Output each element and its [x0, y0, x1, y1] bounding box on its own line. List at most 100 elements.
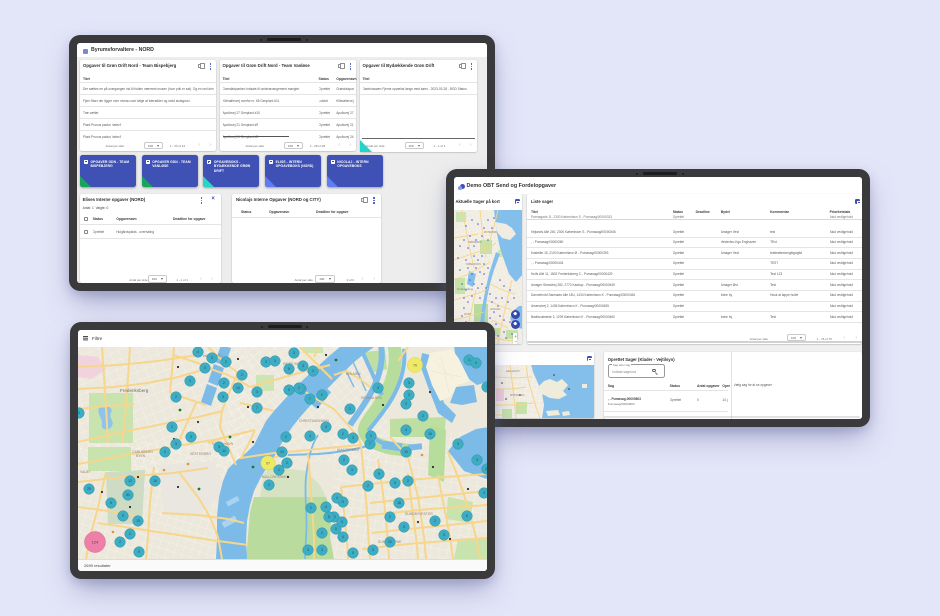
svg-text:8: 8 [328, 515, 330, 519]
svg-text:2: 2 [223, 381, 225, 385]
svg-text:AMAGER: AMAGER [490, 308, 501, 311]
svg-text:VALBY: VALBY [464, 313, 472, 316]
svg-text:5: 5 [335, 527, 337, 531]
svg-text:5: 5 [110, 501, 112, 505]
svg-text:3: 3 [307, 548, 309, 552]
svg-text:2: 2 [278, 468, 280, 472]
svg-text:16: 16 [428, 432, 432, 436]
svg-text:2: 2 [175, 395, 177, 399]
svg-text:2: 2 [285, 435, 287, 439]
svg-text:3: 3 [302, 364, 304, 368]
svg-text:SUNDBYVESTER: SUNDBYVESTER [405, 512, 433, 516]
svg-text:ØSTERBRO: ØSTERBRO [484, 231, 498, 234]
svg-text:3: 3 [189, 379, 191, 383]
svg-text:3: 3 [342, 500, 344, 504]
svg-text:3: 3 [351, 468, 353, 472]
svg-text:2: 2 [129, 532, 131, 536]
svg-text:9: 9 [122, 514, 124, 518]
svg-text:7: 7 [256, 406, 258, 410]
svg-text:9: 9 [288, 388, 290, 392]
svg-text:4: 4 [336, 496, 338, 500]
svg-text:3: 3 [256, 390, 258, 394]
svg-text:3: 3 [443, 533, 445, 537]
svg-text:2: 2 [286, 461, 288, 465]
svg-text:3: 3 [175, 442, 177, 446]
svg-text:3: 3 [403, 525, 405, 529]
svg-text:3: 3 [476, 458, 478, 462]
svg-text:VALBY: VALBY [80, 470, 91, 474]
svg-text:20: 20 [388, 540, 392, 544]
svg-text:2: 2 [434, 519, 436, 523]
svg-text:2: 2 [310, 506, 312, 510]
svg-text:16: 16 [397, 501, 401, 505]
svg-text:3: 3 [222, 395, 224, 399]
svg-text:2: 2 [389, 515, 391, 519]
svg-text:3: 3 [321, 548, 323, 552]
svg-text:3: 3 [204, 366, 206, 370]
svg-text:2: 2 [268, 483, 270, 487]
svg-text:Frederiksberg: Frederiksberg [457, 287, 474, 291]
svg-text:97: 97 [266, 461, 270, 465]
svg-text:2: 2 [321, 393, 323, 397]
svg-text:2: 2 [422, 414, 424, 418]
svg-text:29: 29 [87, 487, 91, 491]
svg-text:Frederiksberg: Frederiksberg [120, 388, 149, 393]
svg-text:3: 3 [352, 436, 354, 440]
svg-text:ØSTERBRO: ØSTERBRO [510, 393, 525, 397]
svg-text:2: 2 [119, 540, 121, 544]
svg-text:KØBENHAVN: KØBENHAVN [466, 263, 481, 266]
svg-text:2: 2 [349, 407, 351, 411]
svg-text:VESTERBRO: VESTERBRO [190, 452, 211, 456]
svg-text:3: 3 [265, 360, 267, 364]
svg-text:7: 7 [369, 442, 371, 446]
svg-text:3: 3 [293, 351, 295, 355]
svg-text:2: 2 [164, 450, 166, 454]
svg-text:3: 3 [457, 442, 459, 446]
svg-text:KRONALBEN: KRONALBEN [361, 396, 382, 400]
svg-text:13: 13 [136, 519, 140, 523]
svg-text:2: 2 [367, 484, 369, 488]
svg-text:3: 3 [408, 393, 410, 397]
svg-text:3: 3 [408, 381, 410, 385]
svg-text:2: 2 [298, 386, 300, 390]
svg-text:4: 4 [309, 434, 311, 438]
svg-text:AMAGERBRO: AMAGERBRO [337, 448, 359, 452]
svg-text:10: 10 [236, 386, 240, 390]
svg-text:3: 3 [211, 356, 213, 360]
svg-text:5: 5 [378, 472, 380, 476]
svg-text:5: 5 [288, 367, 290, 371]
svg-text:2: 2 [405, 402, 407, 406]
svg-text:7: 7 [309, 397, 311, 401]
svg-text:9: 9 [138, 550, 140, 554]
svg-text:3: 3 [377, 386, 379, 390]
svg-text:16: 16 [153, 479, 157, 483]
svg-text:3: 3 [341, 520, 343, 524]
svg-text:5: 5 [466, 514, 468, 518]
svg-text:3: 3 [190, 435, 192, 439]
svg-text:4: 4 [342, 535, 344, 539]
svg-text:24: 24 [485, 467, 487, 471]
svg-text:4: 4 [197, 350, 199, 354]
svg-text:124: 124 [92, 539, 99, 544]
svg-text:2: 2 [342, 432, 344, 436]
svg-text:2: 2 [225, 360, 227, 364]
svg-text:24: 24 [280, 450, 284, 454]
svg-text:BALLONPARKEN: BALLONPARKEN [262, 475, 290, 479]
svg-text:3: 3 [274, 359, 276, 363]
svg-text:3: 3 [372, 548, 374, 552]
svg-text:10: 10 [404, 450, 408, 454]
svg-text:12: 12 [222, 449, 226, 453]
svg-text:3: 3 [486, 385, 487, 389]
svg-text:3: 3 [475, 361, 477, 365]
svg-text:3: 3 [78, 411, 80, 415]
svg-text:12: 12 [128, 479, 132, 483]
svg-text:HOLMEN: HOLMEN [346, 372, 361, 376]
svg-text:2: 2 [343, 458, 345, 462]
svg-text:2: 2 [407, 479, 409, 483]
svg-text:3: 3 [394, 481, 396, 485]
svg-text:5: 5 [352, 551, 354, 555]
svg-text:3: 3 [468, 358, 470, 362]
svg-text:2: 2 [241, 373, 243, 377]
svg-text:HELLERUP: HELLERUP [506, 369, 520, 373]
svg-text:2: 2 [321, 531, 323, 535]
